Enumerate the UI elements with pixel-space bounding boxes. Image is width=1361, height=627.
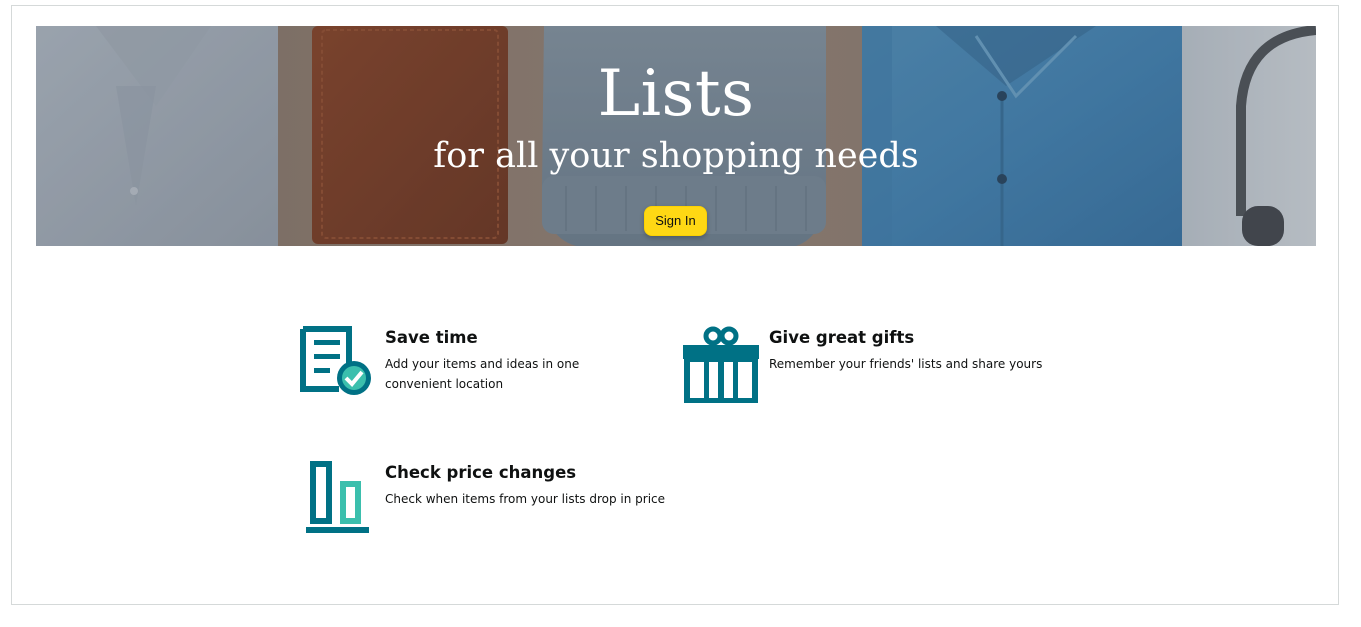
feature-description: Add your items and ideas in one convenie… — [385, 357, 580, 391]
feature-save-time: Save time Add your items and ideas in on… — [299, 325, 659, 405]
gift-icon — [683, 326, 759, 403]
feature-description: Remember your friends' lists and share y… — [769, 357, 1043, 371]
hero-subtitle: for all your shopping needs — [433, 136, 919, 176]
feature-title: Check price changes — [385, 463, 577, 482]
sign-in-button[interactable]: Sign In — [644, 206, 707, 236]
feature-title: Give great gifts — [769, 328, 915, 347]
feature-description: Check when items from your lists drop in… — [385, 492, 666, 506]
list-check-icon — [300, 326, 371, 395]
price-bars-icon — [306, 461, 369, 533]
feature-check-price-changes: Check price changes Check when items fro… — [299, 460, 699, 540]
feature-give-great-gifts: Give great gifts Remember your friends' … — [683, 325, 1043, 405]
hero-title: Lists — [597, 57, 755, 131]
feature-title: Save time — [385, 328, 478, 347]
hero-banner: Lists for all your shopping needs Sign I… — [36, 26, 1316, 246]
